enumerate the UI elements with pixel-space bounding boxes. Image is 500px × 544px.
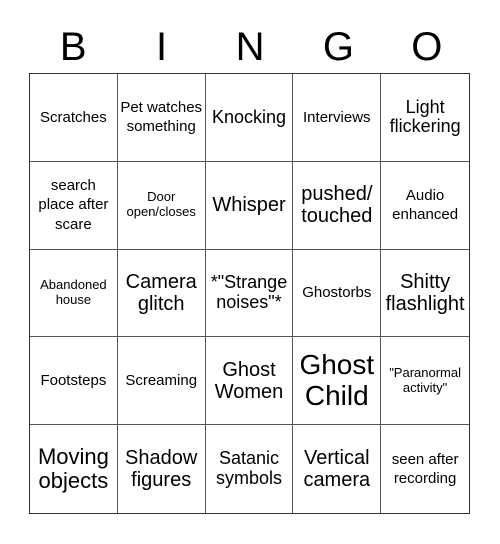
bingo-cell[interactable]: Audio enhanced [381,162,469,250]
bingo-cell[interactable]: seen after recording [381,425,469,513]
bingo-card: Scratches Pet watches something Knocking… [29,73,470,514]
bingo-cell[interactable]: Scratches [30,74,118,162]
bingo-cell[interactable]: Ghost Child [293,337,382,426]
bingo-header: B I N G O [29,22,471,72]
bingo-cell[interactable]: "Paranormal activity" [381,337,469,426]
bingo-cell[interactable]: Satanic symbols [206,425,294,513]
bingo-cell[interactable]: Interviews [293,74,382,162]
bingo-cell[interactable]: Light flickering [381,74,469,162]
bingo-cell[interactable]: Pet watches something [117,74,206,162]
header-letter-o: O [411,25,443,69]
bingo-cell[interactable]: Knocking [205,74,294,162]
bingo-cell[interactable]: Camera glitch [117,249,206,338]
bingo-cell[interactable]: Vertical camera [293,425,382,513]
bingo-cell[interactable]: Footsteps [30,337,118,426]
bingo-cell[interactable]: Whisper [205,161,294,250]
bingo-cell[interactable]: *"Strange noises"* [205,249,294,338]
bingo-cell[interactable]: Screaming [117,337,206,426]
bingo-cell[interactable]: Abandoned house [30,249,118,338]
header-letter-i: I [156,25,168,69]
bingo-cell[interactable]: Moving objects [30,425,118,513]
header-letter-n: N [235,25,265,69]
header-letter-b: B [59,25,87,69]
header-letter-g: G [322,25,354,69]
bingo-cell[interactable]: Shitty flashlight [381,250,469,338]
bingo-cell[interactable]: Door open/closes [117,161,206,250]
bingo-cell[interactable]: Ghost Women [205,337,294,426]
bingo-cell[interactable]: pushed/ touched [293,161,382,250]
bingo-cell[interactable]: Ghostorbs [293,249,382,338]
bingo-cell[interactable]: search place after scare [30,161,118,250]
bingo-cell[interactable]: Shadow figures [118,425,206,513]
